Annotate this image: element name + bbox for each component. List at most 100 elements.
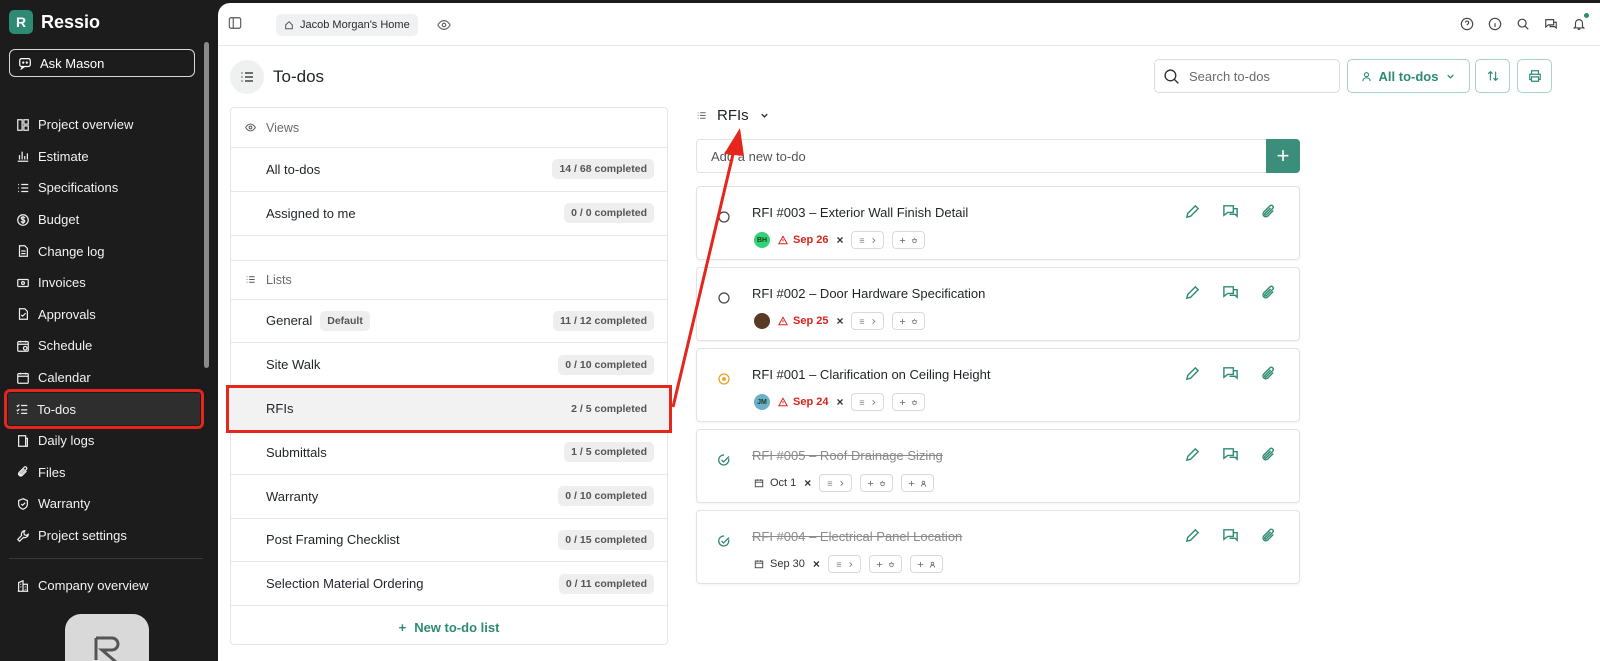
attachment-icon[interactable]	[1260, 527, 1277, 544]
assignee-avatar[interactable]	[754, 313, 770, 329]
todo-card[interactable]: RFI #004 – Electrical Panel Location Sep…	[696, 510, 1300, 584]
sidebar-item-to-dos[interactable]: To-dos	[4, 389, 204, 429]
due-date[interactable]: Sep 25	[778, 315, 828, 327]
attachment-icon[interactable]	[1260, 365, 1277, 382]
todo-card[interactable]: RFI #002 – Door Hardware Specification S…	[696, 267, 1300, 341]
checklist-chip[interactable]	[851, 393, 885, 411]
help-icon[interactable]	[1460, 17, 1474, 31]
clear-date-icon[interactable]: ×	[836, 314, 843, 328]
list-row-rfis[interactable]: RFIs 2 / 5 completed	[226, 385, 672, 433]
add-assignee-chip[interactable]	[901, 474, 935, 492]
edit-pencil-icon[interactable]	[1184, 527, 1201, 544]
clear-date-icon[interactable]: ×	[836, 395, 843, 409]
checklist-chip[interactable]	[819, 474, 853, 492]
attachment-icon[interactable]	[1260, 203, 1277, 220]
todo-title[interactable]: RFI #005 – Roof Drainage Sizing	[752, 448, 943, 463]
workspace-avatar[interactable]	[65, 614, 149, 661]
status-done-icon[interactable]	[718, 454, 730, 466]
add-assignee-chip[interactable]	[909, 555, 943, 573]
sidebar-item-project-settings[interactable]: Project settings	[9, 520, 199, 552]
attachment-icon[interactable]	[1260, 446, 1277, 463]
eye-icon[interactable]	[437, 18, 451, 32]
clear-date-icon[interactable]: ×	[804, 476, 811, 490]
todo-title[interactable]: RFI #002 – Door Hardware Specification	[752, 286, 985, 301]
comments-icon[interactable]	[1222, 446, 1239, 463]
due-date[interactable]: Sep 24	[778, 396, 828, 408]
add-tag-chip[interactable]	[892, 393, 926, 411]
list-title-dropdown[interactable]: RFIs	[696, 107, 770, 124]
edit-pencil-icon[interactable]	[1184, 203, 1201, 220]
clear-date-icon[interactable]: ×	[813, 557, 820, 571]
add-tag-chip[interactable]	[892, 231, 926, 249]
assignee-avatar[interactable]: BH	[754, 232, 770, 248]
todo-card[interactable]: RFI #003 – Exterior Wall Finish Detail B…	[696, 186, 1300, 260]
status-open-icon[interactable]	[718, 292, 730, 304]
search-icon[interactable]	[1516, 17, 1530, 31]
notifications[interactable]	[1572, 13, 1589, 31]
sidebar-item-files[interactable]: Files	[9, 457, 199, 489]
clear-date-icon[interactable]: ×	[836, 233, 843, 247]
due-date[interactable]: Sep 30	[754, 558, 805, 570]
status-open-icon[interactable]	[718, 211, 730, 223]
sidebar-item-calendar[interactable]: Calendar	[9, 362, 199, 394]
sidebar-item-invoices[interactable]: Invoices	[9, 267, 199, 299]
search-box[interactable]	[1154, 59, 1340, 93]
print-button[interactable]	[1517, 59, 1552, 93]
due-date[interactable]: Sep 26	[778, 234, 828, 246]
status-in-progress-icon[interactable]	[718, 373, 730, 385]
sidebar-item-budget[interactable]: Budget	[9, 204, 199, 236]
view-row-assigned-to-me[interactable]: Assigned to me 0 / 0 completed	[231, 192, 667, 236]
sidebar-item-project-overview[interactable]: Project overview	[9, 109, 199, 141]
comments-icon[interactable]	[1222, 284, 1239, 301]
comments-icon[interactable]	[1222, 365, 1239, 382]
info-icon[interactable]	[1488, 17, 1502, 31]
view-row-all-todos[interactable]: All to-dos 14 / 68 completed	[231, 148, 667, 192]
todo-title[interactable]: RFI #004 – Electrical Panel Location	[752, 529, 962, 544]
sidebar-scrollbar[interactable]	[204, 42, 209, 368]
all-todos-filter-button[interactable]: All to-dos	[1347, 59, 1470, 93]
list-row-submittals[interactable]: Submittals 1 / 5 completed	[231, 431, 667, 475]
ask-mason-button[interactable]: Ask Mason	[9, 49, 195, 77]
list-row-general[interactable]: General Default 11 / 12 completed	[231, 300, 667, 344]
todo-card[interactable]: RFI #005 – Roof Drainage Sizing Oct 1 ×	[696, 429, 1300, 503]
todo-title[interactable]: RFI #001 – Clarification on Ceiling Heig…	[752, 367, 990, 382]
sidebar-item-change-log[interactable]: Change log	[9, 235, 199, 267]
checklist-chip[interactable]	[827, 555, 861, 573]
sidebar-toggle-icon[interactable]	[228, 16, 242, 30]
assignee-avatar[interactable]: JM	[754, 394, 770, 410]
sidebar-item-specifications[interactable]: Specifications	[9, 172, 199, 204]
list-row-post-framing-checklist[interactable]: Post Framing Checklist 0 / 15 completed	[231, 519, 667, 563]
comments-icon[interactable]	[1222, 203, 1239, 220]
sidebar-item-daily-logs[interactable]: Daily logs	[9, 425, 199, 457]
add-tag-chip[interactable]	[860, 474, 894, 492]
checklist-chip[interactable]	[851, 312, 885, 330]
breadcrumb-home[interactable]: Jacob Morgan's Home	[276, 14, 418, 36]
list-row-selection-material-ordering[interactable]: Selection Material Ordering 0 / 11 compl…	[231, 562, 667, 607]
messages-icon[interactable]	[1544, 17, 1558, 31]
sidebar-item-warranty[interactable]: Warranty	[9, 488, 199, 520]
edit-pencil-icon[interactable]	[1184, 446, 1201, 463]
sidebar-item-schedule[interactable]: Schedule	[9, 330, 199, 362]
status-done-icon[interactable]	[718, 535, 730, 547]
sidebar-item-estimate[interactable]: Estimate	[9, 141, 199, 173]
comments-icon[interactable]	[1222, 527, 1239, 544]
list-row-warranty[interactable]: Warranty 0 / 10 completed	[231, 475, 667, 519]
add-tag-chip[interactable]	[868, 555, 902, 573]
new-todo-list-button[interactable]: + New to-do list	[231, 606, 667, 648]
add-todo-button[interactable]: +	[1266, 139, 1300, 173]
search-input[interactable]	[1189, 68, 1329, 84]
checklist-chip[interactable]	[851, 231, 885, 249]
due-date[interactable]: Oct 1	[754, 477, 796, 489]
attachment-icon[interactable]	[1260, 284, 1277, 301]
sidebar-item-company-overview[interactable]: Company overview	[16, 578, 149, 593]
list-row-site-walk[interactable]: Site Walk 0 / 10 completed	[231, 343, 667, 388]
sidebar-item-approvals[interactable]: Approvals	[9, 299, 199, 331]
todo-title[interactable]: RFI #003 – Exterior Wall Finish Detail	[752, 205, 968, 220]
brand[interactable]: R Ressio	[9, 10, 100, 34]
todo-card[interactable]: RFI #001 – Clarification on Ceiling Heig…	[696, 348, 1300, 422]
sort-button[interactable]	[1475, 59, 1510, 93]
edit-pencil-icon[interactable]	[1184, 365, 1201, 382]
add-tag-chip[interactable]	[892, 312, 926, 330]
add-todo-input[interactable]	[697, 140, 1266, 172]
edit-pencil-icon[interactable]	[1184, 284, 1201, 301]
